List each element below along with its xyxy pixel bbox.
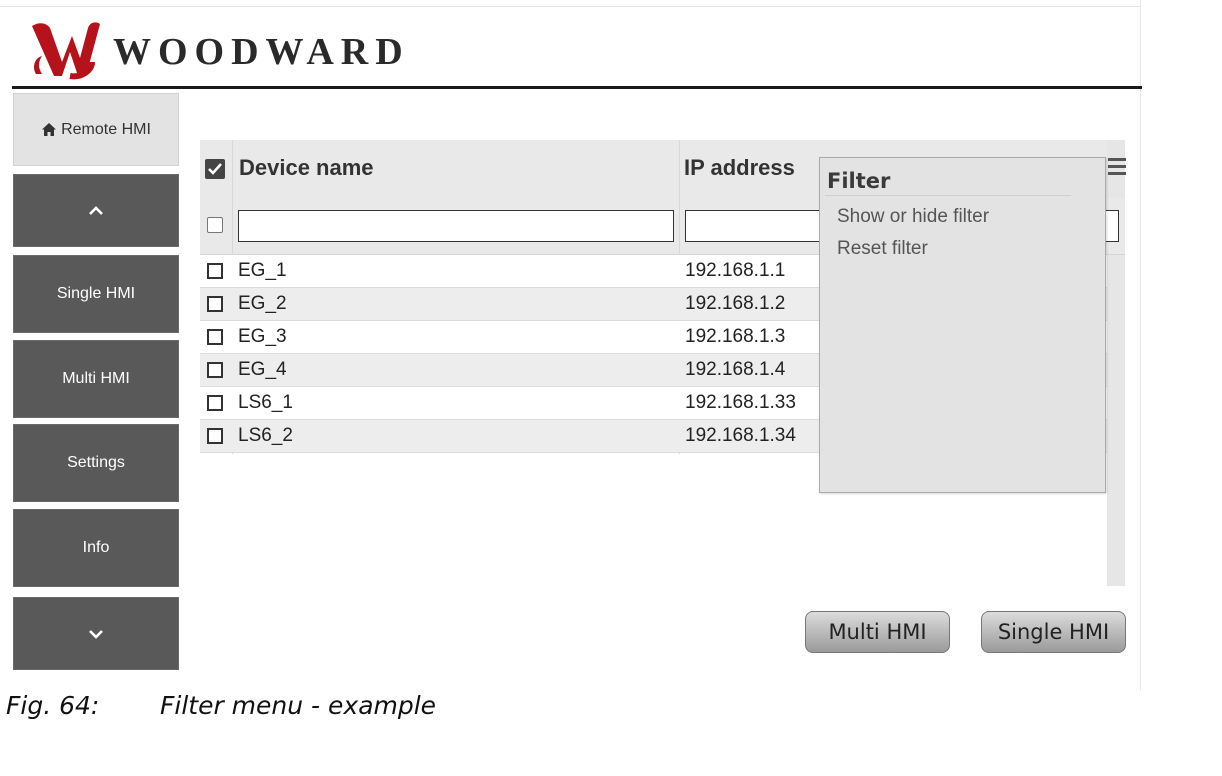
device-name-cell: EG_1 [238, 260, 287, 281]
filter-menu-title: Filter [827, 169, 891, 193]
select-all-checkbox[interactable] [205, 159, 225, 179]
sidebar-item-label: Single HMI [56, 285, 136, 302]
ip-address-cell: 192.168.1.2 [685, 293, 786, 314]
ip-address-cell: 192.168.1.1 [685, 260, 786, 281]
show-or-hide-filter-item[interactable]: Show or hide filter [837, 206, 989, 228]
row-checkbox[interactable] [207, 428, 223, 444]
sidebar-item-label: Info [82, 539, 110, 556]
device-name-cell: LS6_1 [238, 392, 293, 413]
sidebar-item-info[interactable]: Info [13, 509, 179, 587]
device-name-cell: EG_3 [238, 326, 287, 347]
column-header-device-name[interactable]: Device name [239, 154, 374, 182]
checkmark-icon [208, 163, 222, 175]
ip-address-cell: 192.168.1.33 [685, 392, 796, 413]
chevron-up-icon [89, 205, 103, 215]
row-checkbox[interactable] [207, 362, 223, 378]
row-checkbox[interactable] [207, 329, 223, 345]
sidebar-item-single-hmi[interactable]: Single HMI [13, 255, 179, 333]
chevron-down-icon [89, 629, 103, 639]
figure-number: Fig. 64: [6, 691, 100, 720]
frame-top-line [0, 6, 1141, 7]
menu-icon[interactable] [1108, 158, 1126, 178]
row-checkbox[interactable] [207, 296, 223, 312]
home-icon [42, 123, 57, 136]
device-name-filter-input[interactable] [238, 210, 674, 242]
header-divider [12, 86, 1142, 89]
sidebar-item-label: Multi HMI [62, 370, 130, 387]
sidebar-item-settings[interactable]: Settings [13, 424, 179, 502]
column-header-ip-address[interactable]: IP address [684, 154, 795, 182]
device-name-cell: LS6_2 [238, 425, 293, 446]
device-name-cell: EG_4 [238, 359, 287, 380]
filter-menu-divider [825, 195, 1071, 196]
row-checkbox[interactable] [207, 263, 223, 279]
ip-address-cell: 192.168.1.34 [685, 425, 796, 446]
multi-hmi-button[interactable]: Multi HMI [805, 611, 950, 653]
reset-filter-item[interactable]: Reset filter [837, 238, 928, 260]
frame-right-line [1140, 0, 1141, 690]
scroll-up-button[interactable] [13, 174, 179, 247]
remote-hmi-label: Remote HMI [61, 120, 151, 138]
filter-checkbox[interactable] [207, 217, 223, 233]
figure-caption: Filter menu - example [160, 691, 437, 720]
single-hmi-button[interactable]: Single HMI [981, 611, 1126, 653]
woodward-logo-icon [32, 22, 100, 80]
filter-menu: Filter Show or hide filter Reset filter [819, 157, 1106, 493]
scroll-down-button[interactable] [13, 597, 179, 670]
brand-name: WOODWARD [113, 31, 410, 73]
sidebar-item-multi-hmi[interactable]: Multi HMI [13, 340, 179, 418]
sidebar-item-label: Settings [67, 454, 125, 471]
ip-address-cell: 192.168.1.4 [685, 359, 786, 380]
remote-hmi-home-button[interactable]: Remote HMI [13, 93, 179, 166]
ip-address-cell: 192.168.1.3 [685, 326, 786, 347]
device-name-cell: EG_2 [238, 293, 287, 314]
row-checkbox[interactable] [207, 395, 223, 411]
